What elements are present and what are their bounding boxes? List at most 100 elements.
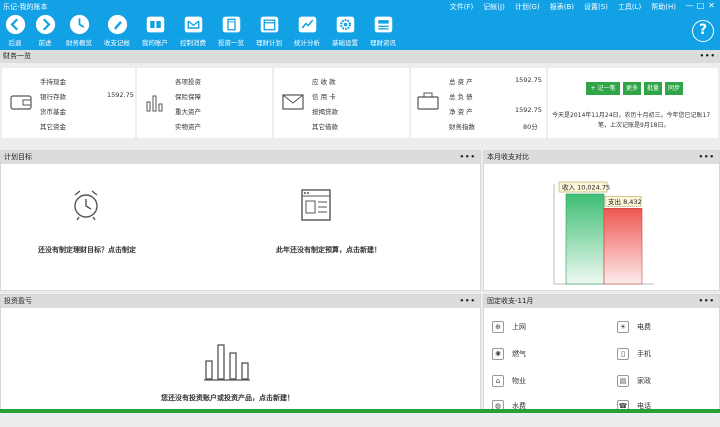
toolbar-back[interactable]: 后退 xyxy=(0,14,30,47)
toolbar-stats-label: 统计分析 xyxy=(294,39,320,47)
cash-block[interactable]: 手持现金 银行存款 1592.75 货币基金 其它资金 xyxy=(2,68,135,138)
invest-label: 各项投资 xyxy=(175,78,201,86)
finance-overview-header: 财务一览 ••• xyxy=(0,50,720,63)
more-icon[interactable]: ••• xyxy=(699,151,715,164)
fixed-item-label: 物业 xyxy=(512,377,526,385)
more-icon[interactable]: ••• xyxy=(699,295,715,308)
mail-icon xyxy=(184,16,202,33)
menu-report[interactable]: 报表(B) xyxy=(550,2,574,12)
goal-empty-message[interactable]: 还没有制定理财目标？点击制定 xyxy=(38,245,136,255)
bank-label: 银行存款 xyxy=(40,93,66,101)
add-record-button[interactable]: + 记一笔 xyxy=(586,82,620,95)
fixed-item-label: 手机 xyxy=(637,350,651,358)
net-assets-value: 1592.75 xyxy=(515,106,542,114)
menu-help[interactable]: 帮助(H) xyxy=(651,2,676,12)
toolbar-financial-plan[interactable]: 理财计划 xyxy=(250,14,288,47)
fixed-item-label: 燃气 xyxy=(512,350,526,358)
phone-icon: ▯ xyxy=(617,348,629,360)
envelope-icon xyxy=(282,94,304,110)
toolbar-record-label: 收支记帐 xyxy=(104,39,130,47)
briefcase-icon xyxy=(417,92,439,110)
fixed-item-internet[interactable]: ⊕ 上网 xyxy=(492,321,526,333)
insurance-label: 保险保障 xyxy=(175,93,201,101)
news-icon xyxy=(374,16,392,33)
plan-goals-header: 计划目标 ••• xyxy=(1,151,480,164)
minimize-button[interactable]: — xyxy=(684,1,695,10)
fixed-item-gas[interactable]: ✺ 燃气 xyxy=(492,348,526,360)
batch-button[interactable]: 批量 xyxy=(644,82,662,95)
more-icon[interactable]: ••• xyxy=(460,151,476,164)
maximize-button[interactable]: □ xyxy=(695,1,706,10)
bar-chart-icon xyxy=(146,95,163,112)
mortgage-label: 按揭贷款 xyxy=(312,108,338,116)
toolbar-control[interactable]: 控制消费 xyxy=(174,14,212,47)
summary-block[interactable]: 总 资 产 1592.75 总 负 债 净 资 产 1592.75 财务指数 8… xyxy=(411,68,546,138)
toolbar-account[interactable]: 我的账户 xyxy=(136,14,174,47)
fixed-item-mobile[interactable]: ▯ 手机 xyxy=(617,348,651,360)
monthly-compare-title: 本月收支对比 xyxy=(487,153,529,161)
budget-doc-icon xyxy=(301,189,331,221)
finance-index-value: 80分 xyxy=(523,123,538,131)
toolbar-control-label: 控制消费 xyxy=(180,39,206,47)
more-button[interactable]: 更多 xyxy=(623,82,641,95)
menu-bar: 文件(F) 记帐(J) 计划(G) 报表(B) 设置(S) 工具(L) 帮助(H… xyxy=(440,2,676,12)
toolbar-overview[interactable]: 财务概览 xyxy=(60,14,98,47)
fixed-item-housekeeping[interactable]: ▤ 家政 xyxy=(617,375,651,387)
plan-goals-title: 计划目标 xyxy=(4,153,32,161)
invest-block[interactable]: 各项投资 保险保障 重大资产 实物资产 xyxy=(137,68,272,138)
calendar-icon xyxy=(260,16,278,33)
globe-icon: ⊕ xyxy=(492,321,504,333)
investment-empty-message[interactable]: 您还没有投资账户或投资产品，点击新建！ xyxy=(161,393,294,403)
gear-icon xyxy=(336,16,354,33)
toolbar-forward[interactable]: 前进 xyxy=(30,14,60,47)
budget-empty-message[interactable]: 此年还没有制定预算，点击新建！ xyxy=(276,245,381,255)
total-liabilities-label: 总 负 债 xyxy=(449,93,473,101)
more-icon[interactable]: ••• xyxy=(700,50,716,63)
menu-tools[interactable]: 工具(L) xyxy=(618,2,641,12)
help-button[interactable]: ? xyxy=(692,20,714,42)
bank-value: 1592.75 xyxy=(107,91,134,99)
fixed-items-title: 固定收支-11月 xyxy=(487,297,534,305)
toolbar-overview-label: 财务概览 xyxy=(66,39,92,47)
quick-action-block: + 记一笔 更多 批量 同步 今天是2014年11月24日，农历十月初三。今年您… xyxy=(548,68,718,138)
toolbar-news[interactable]: 理财资讯 xyxy=(364,14,402,47)
calculator-icon xyxy=(222,16,240,33)
menu-file[interactable]: 文件(F) xyxy=(450,2,474,12)
net-assets-label: 净 资 产 xyxy=(449,108,473,116)
monthly-compare-panel: 本月收支对比 ••• 收入 10,024.75 支出 8,432 xyxy=(483,150,720,291)
finance-overview-title: 财务一览 xyxy=(3,52,31,60)
window-controls: — □ ✕ xyxy=(684,1,717,10)
debt-block[interactable]: 应 收 款 信 用 卡 按揭贷款 其它借款 xyxy=(274,68,409,138)
finance-index-label: 财务指数 xyxy=(449,123,475,131)
alarm-clock-icon xyxy=(74,190,98,221)
toolbar-invest[interactable]: 投资一览 xyxy=(212,14,250,47)
fire-icon: ✺ xyxy=(492,348,504,360)
sync-button[interactable]: 同步 xyxy=(665,82,683,95)
menu-record[interactable]: 记帐(J) xyxy=(483,2,505,12)
cash-label: 手持现金 xyxy=(40,78,66,86)
fixed-item-property[interactable]: ⌂ 物业 xyxy=(492,375,526,387)
fixed-items-header: 固定收支-11月 ••• xyxy=(484,295,719,308)
fixed-item-label: 家政 xyxy=(637,377,651,385)
menu-plan[interactable]: 计划(G) xyxy=(515,2,540,12)
toolbar-invest-label: 投资一览 xyxy=(218,39,244,47)
info-line-1: 今天是2014年11月24日，农历十月初三。今年您已记账17 xyxy=(552,112,711,119)
menu-settings[interactable]: 设置(S) xyxy=(584,2,608,12)
physical-asset-label: 实物资产 xyxy=(175,123,201,131)
investment-profit-panel: 投资盈亏 ••• 您还没有投资账户或投资产品，点击新建！ xyxy=(0,294,481,410)
more-icon[interactable]: ••• xyxy=(460,295,476,308)
fixed-items-panel: 固定收支-11月 ••• ⊕ 上网 ☀ 电费 ✺ 燃气 ▯ 手机 ⌂ 物业 ▤ 家政 ◍ 水费… xyxy=(483,294,720,412)
toolbar-record[interactable]: 收支记帐 xyxy=(98,14,136,47)
close-button[interactable]: ✕ xyxy=(706,1,717,10)
chart-icon xyxy=(298,16,316,33)
toolbar-base-settings[interactable]: 基础设置 xyxy=(326,14,364,47)
toolbar-news-label: 理财资讯 xyxy=(370,39,396,47)
info-line-2: 笔，上次记账是9月18日。 xyxy=(598,122,670,129)
toolbar-account-label: 我的账户 xyxy=(142,39,168,47)
fixed-item-label: 电费 xyxy=(637,323,651,331)
wallet-icon xyxy=(10,95,32,110)
toolbar-stats[interactable]: 统计分析 xyxy=(288,14,326,47)
fixed-item-electricity[interactable]: ☀ 电费 xyxy=(617,321,651,333)
expense-bar xyxy=(603,207,643,285)
income-bar xyxy=(565,193,605,285)
